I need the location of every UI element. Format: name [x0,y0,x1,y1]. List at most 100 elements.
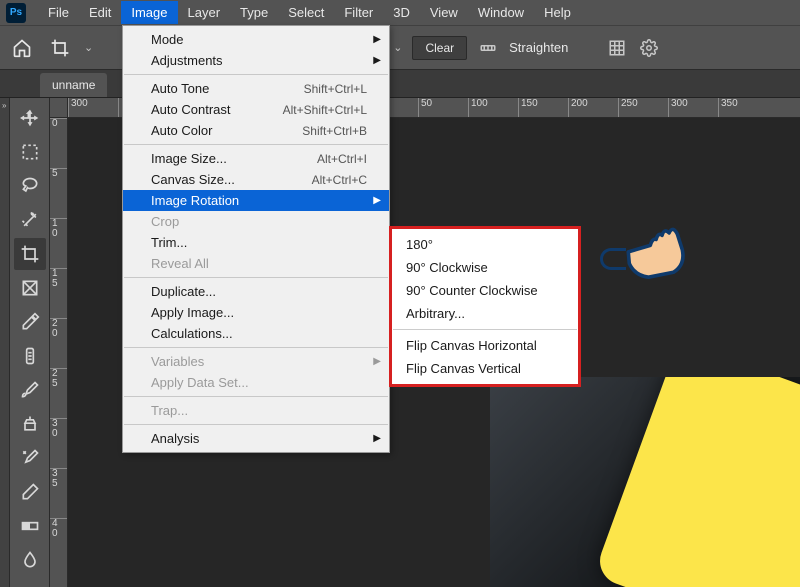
menu-3d[interactable]: 3D [383,1,420,24]
eraser-tool[interactable] [14,476,46,508]
menu-item-mode[interactable]: Mode▶ [123,29,389,50]
ruler-tick: 5 [50,168,67,218]
submenu-item-arbitrary[interactable]: Arbitrary... [392,302,578,325]
menu-select[interactable]: Select [278,1,334,24]
submenu-arrow-icon: ▶ [373,34,381,45]
menu-window[interactable]: Window [468,1,534,24]
healing-brush-tool[interactable] [14,340,46,372]
menu-item-image-size[interactable]: Image Size...Alt+Ctrl+I [123,148,389,169]
menu-item-shortcut: Alt+Ctrl+I [317,152,367,166]
gradient-tool[interactable] [14,510,46,542]
crop-tool[interactable] [14,238,46,270]
menu-item-auto-contrast[interactable]: Auto ContrastAlt+Shift+Ctrl+L [123,99,389,120]
eyedropper-tool[interactable] [14,306,46,338]
blur-tool[interactable] [14,544,46,576]
menu-item-reveal-all: Reveal All [123,253,389,274]
ruler-tick: 50 [418,98,468,118]
menu-item-label: Trim... [151,235,187,250]
submenu-arrow-icon: ▶ [373,195,381,206]
app-logo: Ps [6,3,26,23]
history-brush-tool[interactable] [14,442,46,474]
submenu-item-flip-canvas-horizontal[interactable]: Flip Canvas Horizontal [392,334,578,357]
ruler-origin[interactable] [50,98,68,118]
dropdown-caret-icon[interactable]: ⌄ [393,41,402,54]
frame-tool[interactable] [14,272,46,304]
clear-button[interactable]: Clear [412,36,467,60]
menu-item-label: Trap... [151,403,188,418]
submenu-item-180[interactable]: 180° [392,233,578,256]
menu-item-label: Auto Contrast [151,102,231,117]
image-menu-dropdown: Mode▶Adjustments▶Auto ToneShift+Ctrl+LAu… [122,25,390,453]
panel-collapse-strip[interactable]: » [0,98,10,587]
ruler-tick: 350 [718,98,768,118]
ruler-tick: 30 [50,418,67,468]
lasso-tool[interactable] [14,170,46,202]
brush-tool[interactable] [14,374,46,406]
menu-item-auto-color[interactable]: Auto ColorShift+Ctrl+B [123,120,389,141]
move-tool[interactable] [14,102,46,134]
ruler-tick: 200 [568,98,618,118]
submenu-item-flip-canvas-vertical[interactable]: Flip Canvas Vertical [392,357,578,380]
menu-item-apply-image[interactable]: Apply Image... [123,302,389,323]
menu-item-label: Apply Image... [151,305,234,320]
ruler-tick: 300 [668,98,718,118]
pointing-hand-icon [606,196,704,298]
ruler-tick: 150 [518,98,568,118]
menu-item-shortcut: Shift+Ctrl+L [304,82,367,96]
menu-item-image-rotation[interactable]: Image Rotation▶ [123,190,389,211]
menu-file[interactable]: File [38,1,79,24]
home-icon[interactable] [8,34,36,62]
menu-item-variables: Variables▶ [123,351,389,372]
ruler-tick: 25 [50,368,67,418]
toolbox [10,98,50,587]
menu-image[interactable]: Image [121,1,177,24]
ruler-tick: 35 [50,468,67,518]
straighten-icon[interactable] [477,37,499,59]
menu-edit[interactable]: Edit [79,1,121,24]
menu-item-adjustments[interactable]: Adjustments ▶ [123,50,389,71]
menubar: Ps FileEditImageLayerTypeSelectFilter3DV… [0,0,800,26]
clone-stamp-tool[interactable] [14,408,46,440]
magic-wand-tool[interactable] [14,204,46,236]
document-tab-bar: unname [0,70,800,98]
menu-item-apply-data-set: Apply Data Set... [123,372,389,393]
dropdown-caret-icon[interactable]: ⌄ [84,41,93,54]
ruler-tick: 15 [50,268,67,318]
grid-icon[interactable] [606,37,628,59]
ruler-tick: 100 [468,98,518,118]
menu-item-canvas-size[interactable]: Canvas Size...Alt+Ctrl+C [123,169,389,190]
ruler-vertical[interactable]: 0510152025303540 [50,118,68,587]
menu-layer[interactable]: Layer [178,1,231,24]
menu-help[interactable]: Help [534,1,581,24]
menu-item-label: Analysis [151,431,199,446]
document-tab[interactable]: unname [40,73,107,97]
menu-item-analysis[interactable]: Analysis▶ [123,428,389,449]
menu-item-duplicate[interactable]: Duplicate... [123,281,389,302]
menu-item-auto-tone[interactable]: Auto Tone Shift+Ctrl+L [123,78,389,99]
menu-type[interactable]: Type [230,1,278,24]
options-bar: ⌄ ⌄ Clear Straighten [0,26,800,70]
submenu-item-90-clockwise[interactable]: 90° Clockwise [392,256,578,279]
menu-item-label: Crop [151,214,179,229]
menu-item-label: Canvas Size... [151,172,235,187]
straighten-label: Straighten [509,40,568,55]
menu-filter[interactable]: Filter [334,1,383,24]
menu-view[interactable]: View [420,1,468,24]
menu-item-trim[interactable]: Trim... [123,232,389,253]
menu-item-label: Auto Tone [151,81,209,96]
menu-item-label: Adjustments [151,53,223,68]
ruler-tick: 20 [50,318,67,368]
phone-graphic [593,377,800,587]
submenu-item-90-counter-clockwise[interactable]: 90° Counter Clockwise [392,279,578,302]
submenu-arrow-icon: ▶ [373,55,381,66]
ruler-tick: 0 [50,118,67,168]
menu-item-label: Reveal All [151,256,209,271]
gear-icon[interactable] [638,37,660,59]
menu-item-calculations[interactable]: Calculations... [123,323,389,344]
crop-icon[interactable] [46,34,74,62]
ruler-tick: 300 [68,98,118,118]
marquee-tool[interactable] [14,136,46,168]
document-image [490,377,800,587]
menu-item-trap: Trap... [123,400,389,421]
menu-item-label: Apply Data Set... [151,375,249,390]
